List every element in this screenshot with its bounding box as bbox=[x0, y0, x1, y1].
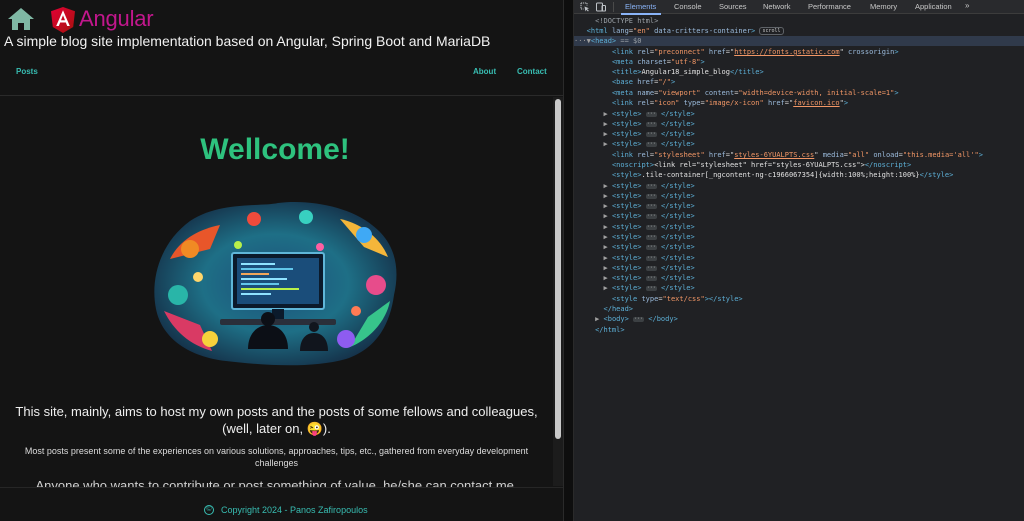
dom-node-style[interactable]: ▶ <style> ··· </style> bbox=[574, 283, 1024, 293]
dom-node-link-icon[interactable]: <link rel="icon" type="image/x-icon" hre… bbox=[574, 98, 1024, 108]
devtools-resize-handle[interactable] bbox=[563, 0, 574, 521]
brand-name[interactable]: Angular bbox=[79, 6, 154, 32]
device-toolbar-icon[interactable] bbox=[596, 2, 606, 12]
devtools-panel: Elements Console Sources Network Perform… bbox=[574, 0, 1024, 521]
toolbar-divider bbox=[613, 2, 614, 12]
dom-node-body[interactable]: ▶ <body> ··· </body> bbox=[574, 314, 1024, 324]
site-header: Angular A simple blog site implementatio… bbox=[0, 0, 563, 96]
dom-node-style-tile[interactable]: <style>.tile-container[_ngcontent-ng-c19… bbox=[574, 170, 1024, 180]
dom-node-meta-charset[interactable]: <meta charset="utf-8"> bbox=[574, 57, 1024, 67]
dom-node-title[interactable]: <title>Angular18_simple_blog</title> bbox=[574, 67, 1024, 77]
dom-node-link-stylesheet[interactable]: <link rel="stylesheet" href="styles-6YUA… bbox=[574, 150, 1024, 160]
home-icon[interactable] bbox=[7, 7, 35, 31]
inspect-element-icon[interactable] bbox=[580, 2, 590, 12]
dom-node-html-close[interactable]: </html> bbox=[574, 325, 1024, 335]
more-tabs-icon[interactable]: » bbox=[965, 1, 969, 10]
tab-sources[interactable]: Sources bbox=[719, 2, 747, 11]
dom-node-style[interactable]: ▶ <style> ··· </style> bbox=[574, 191, 1024, 201]
footer-copyright: Copyright 2024 - Panos Zafiropoulos bbox=[221, 505, 368, 515]
page-scrollbar[interactable] bbox=[553, 97, 563, 486]
dom-node-style[interactable]: ▶ <style> ··· </style> bbox=[574, 242, 1024, 252]
tab-memory[interactable]: Memory bbox=[870, 2, 897, 11]
nav-link-contact[interactable]: Contact bbox=[517, 67, 547, 76]
dom-node-style[interactable]: ▶ <style> ··· </style> bbox=[574, 263, 1024, 273]
main-content: Wellcome! This site, mainly, aims to hos… bbox=[0, 97, 553, 487]
dom-node-style[interactable]: ▶ <style> ··· </style> bbox=[574, 222, 1024, 232]
dom-node-noscript[interactable]: <noscript><link rel="stylesheet" href="s… bbox=[574, 160, 1024, 170]
dom-node-style[interactable]: ▶ <style> ··· </style> bbox=[574, 201, 1024, 211]
website-viewport: Angular A simple blog site implementatio… bbox=[0, 0, 563, 521]
hero-illustration bbox=[154, 201, 397, 366]
scroll-badge[interactable]: scroll bbox=[759, 27, 784, 35]
dom-node-style[interactable]: ▶ <style> ··· </style> bbox=[574, 273, 1024, 283]
scrollbar-thumb[interactable] bbox=[555, 99, 561, 439]
dom-node-style[interactable]: ▶ <style> ··· </style> bbox=[574, 211, 1024, 221]
copyright-icon: © bbox=[204, 505, 214, 515]
elements-dom-tree: <!DOCTYPE html> <html lang="en" data-cri… bbox=[574, 15, 1024, 521]
dom-node-head-close[interactable]: </head> bbox=[574, 304, 1024, 314]
nav-link-about[interactable]: About bbox=[473, 67, 496, 76]
dom-node-style[interactable]: ▶ <style> ··· </style> bbox=[574, 232, 1024, 242]
site-subtitle: A simple blog site implementation based … bbox=[4, 33, 491, 49]
welcome-heading: Wellcome! bbox=[200, 133, 350, 166]
dom-node-style[interactable]: ▶ <style> ··· </style> bbox=[574, 119, 1024, 129]
angular-logo-icon[interactable] bbox=[51, 7, 75, 33]
dom-node-base[interactable]: <base href="/"> bbox=[574, 77, 1024, 87]
intro-paragraph: This site, mainly, aims to host my own p… bbox=[15, 404, 538, 436]
tab-application[interactable]: Application bbox=[915, 2, 952, 11]
dom-node-style[interactable]: ▶ <style> ··· </style> bbox=[574, 109, 1024, 119]
tab-elements[interactable]: Elements bbox=[625, 2, 656, 11]
dom-node-style[interactable]: ▶ <style> ··· </style> bbox=[574, 181, 1024, 191]
intro-detail-paragraph: Most posts present some of the experienc… bbox=[24, 446, 529, 468]
tab-network[interactable]: Network bbox=[763, 2, 791, 11]
dom-node-link-preconnect[interactable]: <link rel="preconnect" href="https://fon… bbox=[574, 47, 1024, 57]
dom-node-style[interactable]: ▶ <style> ··· </style> bbox=[574, 129, 1024, 139]
contact-invite-paragraph: Anyone who wants to contribute or post s… bbox=[35, 478, 518, 487]
dom-node-meta-viewport[interactable]: <meta name="viewport" content="width=dev… bbox=[574, 88, 1024, 98]
nav-link-posts[interactable]: Posts bbox=[16, 67, 38, 76]
tab-console[interactable]: Console bbox=[674, 2, 702, 11]
dom-node-head[interactable]: ···▼<head> == $0 bbox=[574, 36, 1024, 46]
devtools-toolbar: Elements Console Sources Network Perform… bbox=[574, 0, 1024, 15]
dom-node-style-text-css[interactable]: <style type="text/css"></style> bbox=[574, 294, 1024, 304]
dom-node-style[interactable]: ▶ <style> ··· </style> bbox=[574, 139, 1024, 149]
dom-node-doctype[interactable]: <!DOCTYPE html> bbox=[574, 16, 1024, 26]
tab-performance[interactable]: Performance bbox=[808, 2, 851, 11]
site-footer: © Copyright 2024 - Panos Zafiropoulos bbox=[0, 487, 563, 521]
dom-node-html[interactable]: <html lang="en" data-critters-container>… bbox=[574, 26, 1024, 36]
dom-node-style[interactable]: ▶ <style> ··· </style> bbox=[574, 253, 1024, 263]
